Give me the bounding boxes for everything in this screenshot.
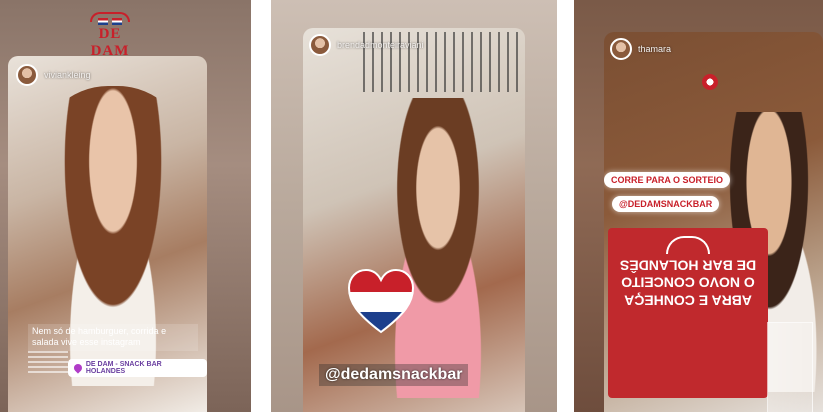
- username[interactable]: thamara: [638, 44, 671, 54]
- story-frame[interactable]: brendadmonteiraviani @dedamsnackbar: [303, 28, 525, 412]
- mention-sticker[interactable]: @dedamsnackbar: [319, 364, 469, 386]
- dutch-flag-heart-icon: [347, 268, 415, 334]
- story-panel-2: brendadmonteiraviani @dedamsnackbar: [271, 0, 557, 412]
- story-caption: Nem só de hamburguer, corrida e salada v…: [28, 324, 198, 351]
- stories-collage: DE DAM viviankleing Nem só de hamburguer…: [0, 0, 823, 412]
- divider: [557, 0, 574, 412]
- sign-line-1: ABRA E CONHEÇA: [624, 292, 752, 309]
- glass: [767, 322, 813, 412]
- sorteio-bubble: CORRE PARA O SORTEIO: [604, 172, 731, 188]
- sign-roof-icon: [666, 236, 710, 254]
- sign-line-3: DE BAR HOLANDÊS: [619, 257, 757, 274]
- avatar[interactable]: [610, 38, 632, 60]
- brand-badge-icon: [702, 74, 718, 90]
- story-user[interactable]: thamara: [610, 38, 671, 60]
- story-panel-1: DE DAM viviankleing Nem só de hamburguer…: [0, 0, 251, 412]
- logo-text: DE DAM: [90, 26, 130, 59]
- story-frame[interactable]: viviankleing Nem só de hamburguer, corri…: [8, 56, 207, 412]
- username[interactable]: viviankleing: [44, 70, 91, 80]
- mention-bubble[interactable]: @DEDAMSNACKBAR: [612, 196, 720, 212]
- username[interactable]: brendadmonteiraviani: [337, 40, 424, 50]
- de-dam-logo: DE DAM: [80, 12, 140, 60]
- story-user[interactable]: viviankleing: [16, 64, 91, 86]
- divider: [251, 0, 271, 412]
- location-pin-icon: [72, 362, 84, 374]
- avatar[interactable]: [309, 34, 331, 56]
- story-photo: [363, 98, 513, 398]
- sign-line-2: O NOVO CONCEITO: [621, 275, 755, 291]
- menu-lines: [28, 348, 68, 376]
- story-user[interactable]: brendadmonteiraviani: [309, 34, 424, 56]
- location-sticker[interactable]: DE DAM - SNACK BAR HOLANDES: [68, 359, 207, 377]
- promo-sign: ABRA E CONHEÇA O NOVO CONCEITO DE BAR HO…: [608, 228, 768, 398]
- story-panel-3: thamara CORRE PARA O SORTEIO @DEDAMSNACK…: [574, 0, 823, 412]
- avatar[interactable]: [16, 64, 38, 86]
- story-frame[interactable]: thamara CORRE PARA O SORTEIO @DEDAMSNACK…: [604, 32, 823, 412]
- location-label: DE DAM - SNACK BAR HOLANDES: [85, 361, 162, 375]
